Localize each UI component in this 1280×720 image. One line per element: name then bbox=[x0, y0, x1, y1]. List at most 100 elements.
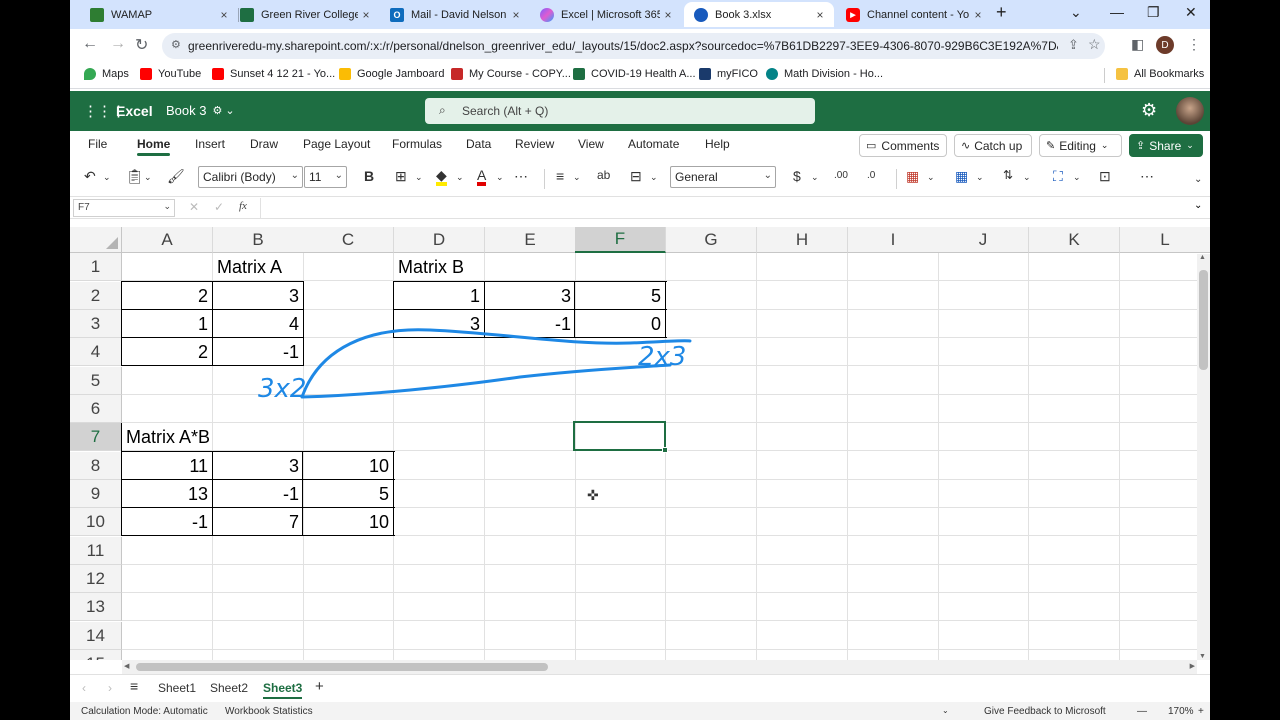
bookmark-sunset[interactable]: Sunset 4 12 21 - Yo... bbox=[212, 68, 335, 80]
close-icon[interactable]: × bbox=[358, 8, 374, 22]
row-header-10[interactable]: 10 bbox=[70, 508, 122, 536]
menu-icon[interactable]: ⋮ bbox=[1187, 36, 1201, 53]
selected-cell-f7[interactable] bbox=[573, 421, 668, 453]
side-panel-icon[interactable]: ◧ bbox=[1131, 36, 1144, 53]
row-header-9[interactable]: 9 bbox=[70, 480, 122, 508]
font-name-dropdown[interactable]: Calibri (Body) ⌄ bbox=[198, 166, 303, 188]
increase-decimal-icon[interactable]: .00 bbox=[834, 170, 848, 181]
sort-filter-icon[interactable]: ⇅ bbox=[1003, 168, 1013, 182]
search-box[interactable]: ⌕ Search (Alt + Q) bbox=[425, 98, 815, 124]
avatar[interactable]: D bbox=[1156, 36, 1174, 54]
cell-b2[interactable]: 3 bbox=[213, 282, 303, 310]
tab-help[interactable]: Help bbox=[705, 137, 730, 151]
chevron-down-icon[interactable]: ⌄ bbox=[496, 172, 504, 183]
editing-mode-button[interactable]: ✎ Editing ⌄ bbox=[1039, 134, 1122, 157]
decrease-decimal-icon[interactable]: .0 bbox=[867, 170, 875, 181]
zoom-in-icon[interactable]: + bbox=[1198, 706, 1204, 717]
chevron-down-icon[interactable]: ⌄ bbox=[650, 172, 658, 183]
wrap-text-icon[interactable]: ab bbox=[597, 168, 610, 182]
tab-file[interactable]: File bbox=[88, 137, 107, 151]
catch-up-button[interactable]: ∿ Catch up bbox=[954, 134, 1032, 157]
bold-icon[interactable]: B bbox=[364, 168, 374, 184]
vertical-scroll-thumb[interactable] bbox=[1199, 270, 1208, 370]
chevron-down-icon[interactable]: ⌄ bbox=[976, 172, 984, 183]
row-header-5[interactable]: 5 bbox=[70, 367, 122, 395]
collapse-ribbon-icon[interactable]: ⌄ bbox=[1194, 174, 1202, 185]
tab-excel-365[interactable]: Excel | Microsoft 365 × bbox=[530, 2, 682, 27]
cancel-entry-icon[interactable]: ✕ bbox=[189, 200, 199, 214]
tab-view[interactable]: View bbox=[578, 137, 604, 151]
row-header-15[interactable]: 15 bbox=[70, 650, 122, 660]
tab-page-layout[interactable]: Page Layout bbox=[303, 137, 370, 151]
column-header-i[interactable]: I bbox=[848, 227, 939, 253]
sheet-tab-1[interactable]: Sheet1 bbox=[158, 681, 196, 695]
bookmark-maps[interactable]: Maps bbox=[84, 68, 129, 80]
row-header-3[interactable]: 3 bbox=[70, 310, 122, 338]
horizontal-scroll-thumb[interactable] bbox=[136, 663, 548, 671]
workbook-statistics[interactable]: Workbook Statistics bbox=[225, 706, 313, 717]
cell-e3[interactable]: -1 bbox=[485, 310, 575, 338]
cell-b3[interactable]: 4 bbox=[213, 310, 303, 338]
formula-input[interactable] bbox=[260, 198, 1190, 218]
insert-function-icon[interactable]: fx bbox=[239, 200, 247, 212]
close-window-icon[interactable]: ✕ bbox=[1185, 4, 1197, 21]
forward-icon[interactable]: → bbox=[110, 35, 126, 53]
column-header-c[interactable]: C bbox=[303, 227, 394, 253]
tab-wamap[interactable]: WAMAP × bbox=[80, 2, 238, 27]
tab-review[interactable]: Review bbox=[515, 137, 554, 151]
tab-insert[interactable]: Insert bbox=[195, 137, 225, 151]
font-size-dropdown[interactable]: 11 ⌄ bbox=[304, 166, 347, 188]
tab-data[interactable]: Data bbox=[466, 137, 491, 151]
fill-handle[interactable] bbox=[662, 447, 668, 453]
cell-c8[interactable]: 10 bbox=[303, 452, 393, 480]
prev-sheet-icon[interactable]: ‹ bbox=[82, 681, 86, 695]
tab-mail[interactable]: O Mail - David Nelson - × bbox=[380, 2, 530, 27]
new-tab-button[interactable]: + bbox=[996, 2, 1007, 23]
column-header-e[interactable]: E bbox=[485, 227, 576, 253]
column-header-h[interactable]: H bbox=[757, 227, 848, 253]
cell-b8[interactable]: 3 bbox=[213, 452, 303, 480]
site-info-icon[interactable]: ⚙ bbox=[171, 38, 181, 51]
scroll-left-icon[interactable]: ◀ bbox=[124, 662, 129, 670]
bookmark-youtube[interactable]: YouTube bbox=[140, 68, 201, 80]
cell-a10[interactable]: -1 bbox=[122, 508, 212, 536]
paste-icon[interactable]: 📋︎ bbox=[126, 168, 144, 185]
comments-button[interactable]: ▭ Comments bbox=[859, 134, 947, 157]
app-name[interactable]: Excel bbox=[116, 103, 153, 119]
user-avatar[interactable] bbox=[1176, 97, 1204, 125]
chevron-down-icon[interactable]: ⌄ bbox=[144, 172, 152, 183]
tab-search-icon[interactable]: ⌄ bbox=[1070, 4, 1082, 21]
number-format-dropdown[interactable]: General ⌄ bbox=[670, 166, 776, 188]
cell-a8[interactable]: 11 bbox=[122, 452, 212, 480]
omnibox[interactable]: ⚙ greenriveredu-my.sharepoint.com/:x:/r/… bbox=[162, 33, 1105, 59]
row-header-8[interactable]: 8 bbox=[70, 452, 122, 480]
scroll-right-icon[interactable]: ▶ bbox=[1190, 662, 1195, 670]
cell-b10[interactable]: 7 bbox=[213, 508, 303, 536]
fill-color-icon[interactable]: ◆ bbox=[436, 168, 447, 186]
chevron-down-icon[interactable]: ⌄ bbox=[456, 172, 464, 183]
cell-d1[interactable]: Matrix B bbox=[394, 253, 576, 281]
column-header-j[interactable]: J bbox=[938, 227, 1029, 253]
select-all-corner[interactable] bbox=[70, 227, 122, 253]
close-icon[interactable]: × bbox=[508, 8, 524, 22]
row-header-2[interactable]: 2 bbox=[70, 282, 122, 310]
tab-draw[interactable]: Draw bbox=[250, 137, 278, 151]
column-header-g[interactable]: G bbox=[666, 227, 757, 253]
cell-d2[interactable]: 1 bbox=[394, 282, 484, 310]
add-sheet-button[interactable]: + bbox=[315, 678, 324, 695]
column-header-d[interactable]: D bbox=[394, 227, 485, 253]
all-bookmarks[interactable]: All Bookmarks bbox=[1116, 68, 1204, 80]
row-header-1[interactable]: 1 bbox=[70, 253, 122, 281]
confirm-entry-icon[interactable]: ✓ bbox=[214, 200, 224, 214]
analyze-icon[interactable]: ⛶ bbox=[1053, 168, 1063, 185]
sheet-tab-2[interactable]: Sheet2 bbox=[210, 681, 248, 695]
cell-c10[interactable]: 10 bbox=[303, 508, 393, 536]
bookmark-math-division[interactable]: Math Division - Ho... bbox=[766, 68, 883, 80]
column-header-b[interactable]: B bbox=[213, 227, 304, 253]
cell-c9[interactable]: 5 bbox=[303, 480, 393, 508]
horizontal-scrollbar[interactable]: ◀ ▶ bbox=[122, 660, 1197, 674]
cell-b1[interactable]: Matrix A bbox=[213, 253, 395, 281]
bookmark-covid[interactable]: COVID-19 Health A... bbox=[573, 68, 696, 80]
conditional-format-icon[interactable]: ▦ bbox=[906, 168, 919, 185]
tab-book3[interactable]: Book 3.xlsx × bbox=[684, 2, 834, 27]
